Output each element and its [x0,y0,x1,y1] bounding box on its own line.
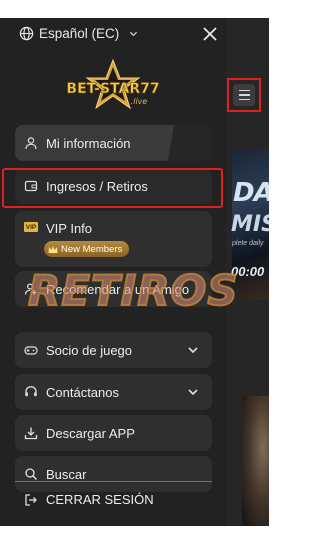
hero-banner-title: DA [233,178,269,208]
search-icon [25,468,37,480]
chevron-down-icon [130,31,138,37]
menu-label: VIP Info [46,221,93,236]
badge-label: New Members [61,243,123,255]
selection-highlight [2,168,223,208]
menu-icon-line [238,89,250,92]
menu-label: Mi información [46,135,131,151]
menu-item-contactanos[interactable]: Contáctanos [15,374,212,410]
logout-button[interactable]: CERRAR SESIÓN [15,481,212,517]
menu-item-recomendar[interactable]: Recomendar a un Amigo [15,271,212,307]
vip-icon: VIP [24,222,38,232]
menu-item-vip-info[interactable]: VIP VIP Info New Members [15,211,212,267]
menu-label: Contáctanos [46,384,119,400]
menu-label: Buscar [46,466,87,482]
add-user-icon [24,283,37,295]
menu-label: Socio de juego [46,342,133,358]
hamburger-highlight [227,78,261,112]
menu-item-socio-de-juego[interactable]: Socio de juego [15,332,212,368]
close-icon[interactable] [200,24,220,44]
globe-icon [19,26,34,41]
hero-banner-subtitle: MIS [231,212,269,237]
chevron-down-icon[interactable] [187,344,199,356]
headset-icon [25,386,37,397]
logout-icon [25,493,37,506]
menu-icon-line [238,98,250,101]
betstar-logo[interactable]: BET-STAR77 .live [63,58,163,116]
new-members-badge: New Members [44,241,130,257]
menu-label: Recomendar a un Amigo [46,281,190,297]
app-screen: DA MIS plete daily 00:00 Español (EC) [0,18,269,526]
user-icon [25,137,37,150]
logo-suffix: .live [131,97,148,106]
menu-icon-line [238,94,250,96]
hero-banner-timer: 00:00 [231,264,265,279]
menu-item-descargar-app[interactable]: Descargar APP [15,415,212,451]
side-drawer: Español (EC) BET-STAR77 .live Mi informa… [0,18,226,526]
hamburger-menu-button[interactable] [233,84,255,106]
logo-wordmark: BET-STAR77 [66,81,159,97]
promo-portrait-image [242,396,269,526]
language-label: Español (EC) [39,26,120,41]
crown-icon [48,245,58,253]
language-selector[interactable]: Español (EC) [19,26,138,41]
gamepad-icon [24,346,38,355]
download-icon [24,427,38,440]
chevron-down-icon[interactable] [187,386,199,398]
hero-banner-caption: plete daily [232,240,264,247]
menu-item-mi-informacion[interactable]: Mi información [15,125,212,161]
menu-label: Descargar APP [46,425,135,441]
logout-label: CERRAR SESIÓN [46,492,154,507]
